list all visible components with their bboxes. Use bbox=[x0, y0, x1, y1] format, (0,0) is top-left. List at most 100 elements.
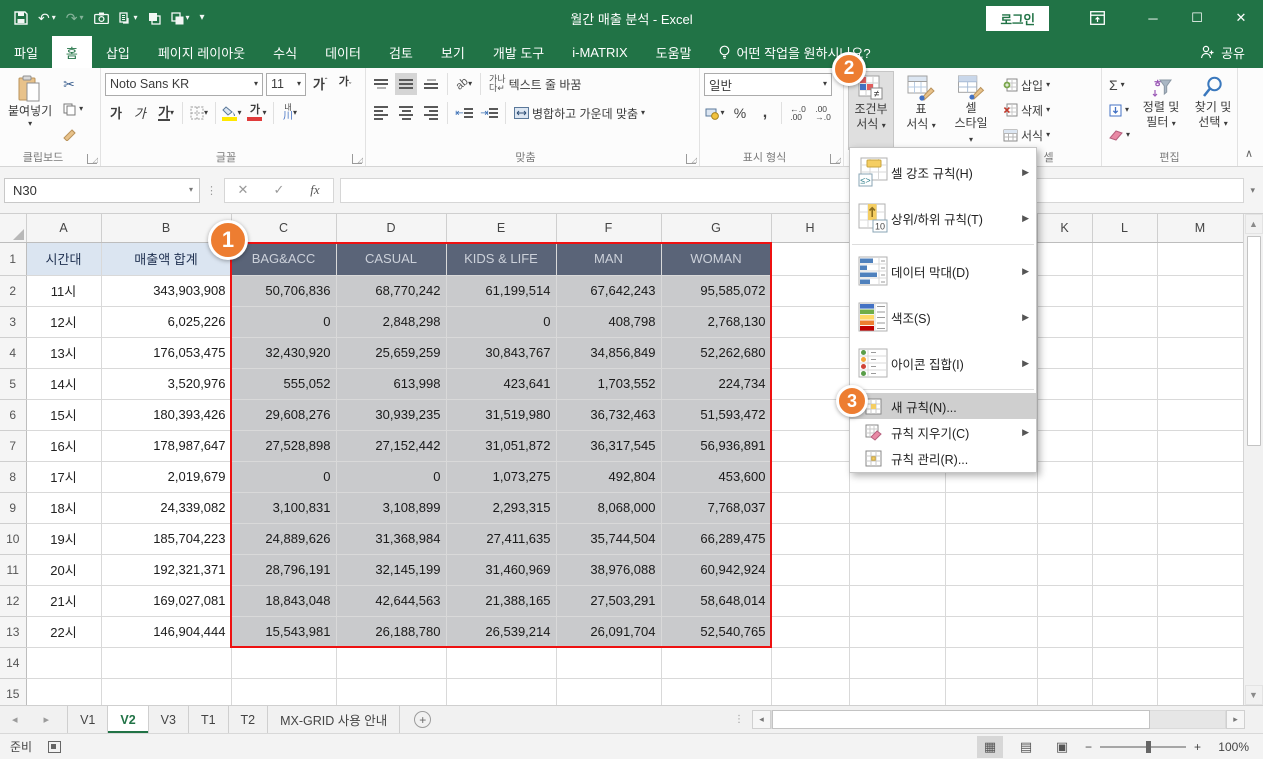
paste-button[interactable]: 붙여넣기 ▾ bbox=[4, 71, 56, 150]
cell-K2[interactable] bbox=[1037, 275, 1093, 307]
cell-A15[interactable] bbox=[26, 678, 102, 705]
cell-C6[interactable]: 29,608,276 bbox=[231, 399, 337, 431]
row-header-14[interactable]: 14 bbox=[0, 647, 27, 679]
menu-item-new-rule[interactable]: 새 규칙(N)... bbox=[850, 393, 1036, 419]
row-header-1[interactable]: 1 bbox=[0, 242, 27, 276]
vertical-scrollbar[interactable]: ▲ ▼ bbox=[1243, 214, 1263, 705]
cell-K11[interactable] bbox=[1037, 554, 1093, 586]
cell-J11[interactable] bbox=[945, 554, 1038, 586]
cell-J14[interactable] bbox=[945, 647, 1038, 679]
row-header-9[interactable]: 9 bbox=[0, 492, 27, 524]
cell-C12[interactable]: 18,843,048 bbox=[231, 585, 337, 617]
cell-C13[interactable]: 15,543,981 bbox=[231, 616, 337, 648]
borders-button[interactable]: ▾ bbox=[188, 102, 210, 124]
save-icon[interactable] bbox=[14, 11, 28, 25]
expand-formula-bar-icon[interactable]: ▾ bbox=[1250, 185, 1259, 195]
merge-center-button[interactable]: 병합하고 가운데 맞춤 ▾ bbox=[511, 102, 648, 124]
menu-item-top-bottom-rules[interactable]: 10 상위/하위 규칙(T) ▶ bbox=[850, 195, 1036, 241]
cell-G12[interactable]: 58,648,014 bbox=[661, 585, 772, 617]
cell-M5[interactable] bbox=[1157, 368, 1243, 400]
paste-list-button[interactable]: ▾ bbox=[118, 11, 138, 25]
sheet-tab-T2[interactable]: T2 bbox=[229, 706, 269, 733]
cell-G6[interactable]: 51,593,472 bbox=[661, 399, 772, 431]
cell-D2[interactable]: 68,770,242 bbox=[336, 275, 447, 307]
ribbon-tab-홈[interactable]: 홈 bbox=[51, 36, 92, 68]
collapse-ribbon-icon[interactable]: ∧ bbox=[1238, 68, 1260, 166]
cell-H15[interactable] bbox=[771, 678, 850, 705]
cell-I15[interactable] bbox=[849, 678, 946, 705]
cell-L1[interactable] bbox=[1092, 242, 1158, 276]
cell-J12[interactable] bbox=[945, 585, 1038, 617]
cell-M2[interactable] bbox=[1157, 275, 1243, 307]
cell-D8[interactable]: 0 bbox=[336, 461, 447, 493]
menu-item-manage-rules[interactable]: 규칙 관리(R)... bbox=[850, 445, 1036, 471]
formula-bar-splitter[interactable]: ⋮ bbox=[206, 184, 218, 197]
cell-F4[interactable]: 34,856,849 bbox=[556, 337, 662, 369]
scroll-down-icon[interactable]: ▼ bbox=[1244, 685, 1263, 705]
cell-C14[interactable] bbox=[231, 647, 337, 679]
column-header-A[interactable]: A bbox=[26, 214, 102, 243]
cell-E4[interactable]: 30,843,767 bbox=[446, 337, 557, 369]
cell-C10[interactable]: 24,889,626 bbox=[231, 523, 337, 555]
cell-B14[interactable] bbox=[101, 647, 232, 679]
cell-J9[interactable] bbox=[945, 492, 1038, 524]
cell-C15[interactable] bbox=[231, 678, 337, 705]
cell-B10[interactable]: 185,704,223 bbox=[101, 523, 232, 555]
cell-F5[interactable]: 1,703,552 bbox=[556, 368, 662, 400]
orientation-button[interactable]: ab ▾ bbox=[453, 73, 475, 95]
redo-button[interactable]: ↷ ▾ bbox=[66, 10, 84, 27]
cell-H8[interactable] bbox=[771, 461, 850, 493]
cell-B12[interactable]: 169,027,081 bbox=[101, 585, 232, 617]
cell-A5[interactable]: 14시 bbox=[26, 368, 102, 400]
cell-E15[interactable] bbox=[446, 678, 557, 705]
cell-H2[interactable] bbox=[771, 275, 850, 307]
cell-F15[interactable] bbox=[556, 678, 662, 705]
column-header-D[interactable]: D bbox=[336, 214, 447, 243]
cell-M15[interactable] bbox=[1157, 678, 1243, 705]
increase-decimal-icon[interactable]: ←.0.00 bbox=[787, 102, 809, 124]
cell-B4[interactable]: 176,053,475 bbox=[101, 337, 232, 369]
decrease-decimal-icon[interactable]: .00 →.0 bbox=[812, 102, 834, 124]
font-color-button[interactable]: 가 ▾ bbox=[246, 102, 268, 124]
cell-H3[interactable] bbox=[771, 306, 850, 338]
cell-F13[interactable]: 26,091,704 bbox=[556, 616, 662, 648]
column-header-L[interactable]: L bbox=[1092, 214, 1158, 243]
cell-L2[interactable] bbox=[1092, 275, 1158, 307]
cell-L3[interactable] bbox=[1092, 306, 1158, 338]
column-header-F[interactable]: F bbox=[556, 214, 662, 243]
cell-L6[interactable] bbox=[1092, 399, 1158, 431]
cell-G2[interactable]: 95,585,072 bbox=[661, 275, 772, 307]
cell-G7[interactable]: 56,936,891 bbox=[661, 430, 772, 462]
cell-A6[interactable]: 15시 bbox=[26, 399, 102, 431]
cell-E9[interactable]: 2,293,315 bbox=[446, 492, 557, 524]
ribbon-display-options-icon[interactable] bbox=[1075, 0, 1119, 36]
cell-F2[interactable]: 67,642,243 bbox=[556, 275, 662, 307]
cell-K7[interactable] bbox=[1037, 430, 1093, 462]
cell-L8[interactable] bbox=[1092, 461, 1158, 493]
cell-K1[interactable] bbox=[1037, 242, 1093, 276]
row-header-5[interactable]: 5 bbox=[0, 368, 27, 400]
align-right-icon[interactable] bbox=[420, 102, 442, 124]
cell-I13[interactable] bbox=[849, 616, 946, 648]
cell-C2[interactable]: 50,706,836 bbox=[231, 275, 337, 307]
cell-D11[interactable]: 32,145,199 bbox=[336, 554, 447, 586]
cell-C9[interactable]: 3,100,831 bbox=[231, 492, 337, 524]
ribbon-tab-개발 도구[interactable]: 개발 도구 bbox=[479, 36, 558, 68]
cell-C8[interactable]: 0 bbox=[231, 461, 337, 493]
cell-D5[interactable]: 613,998 bbox=[336, 368, 447, 400]
cell-M6[interactable] bbox=[1157, 399, 1243, 431]
cell-B6[interactable]: 180,393,426 bbox=[101, 399, 232, 431]
cell-K4[interactable] bbox=[1037, 337, 1093, 369]
cell-G1[interactable]: WOMAN bbox=[661, 242, 772, 276]
sheet-tab-V1[interactable]: V1 bbox=[67, 706, 109, 733]
accounting-format-button[interactable]: ▾ bbox=[704, 102, 726, 124]
cell-H11[interactable] bbox=[771, 554, 850, 586]
cell-H13[interactable] bbox=[771, 616, 850, 648]
cell-M9[interactable] bbox=[1157, 492, 1243, 524]
cell-K9[interactable] bbox=[1037, 492, 1093, 524]
cell-F6[interactable]: 36,732,463 bbox=[556, 399, 662, 431]
cell-D7[interactable]: 27,152,442 bbox=[336, 430, 447, 462]
cell-D13[interactable]: 26,188,780 bbox=[336, 616, 447, 648]
column-header-G[interactable]: G bbox=[661, 214, 772, 243]
ribbon-tab-i-MATRIX[interactable]: i-MATRIX bbox=[558, 36, 641, 68]
